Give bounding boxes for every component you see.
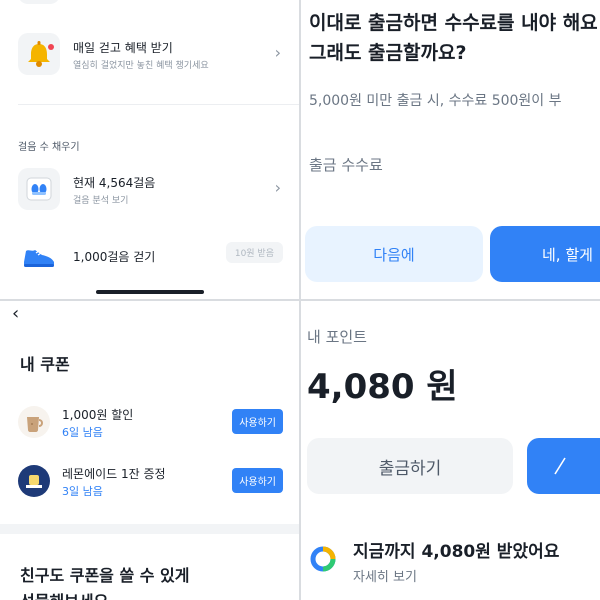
withdraw-fee-dialog: 이대로 출금하면 수수료를 내야 해요 그래도 출금할까요? 5,000원 미만… xyxy=(301,0,600,299)
footprints-icon xyxy=(18,168,60,210)
steps-now-row[interactable]: 현재 4,564걸음 걸음 분석 보기 › xyxy=(18,168,283,214)
coupon-name: 1,000원 할인 xyxy=(62,408,134,422)
coupon-remaining: 6일 남음 xyxy=(62,426,103,439)
chevron-right-icon: › xyxy=(274,178,281,197)
page-title: 내 쿠폰 xyxy=(20,355,70,374)
reward-badge: 10원 받음 xyxy=(225,242,283,263)
confirm-button[interactable]: 네, 할게 xyxy=(490,226,600,282)
points-label: 내 포인트 xyxy=(307,328,367,346)
dialog-title: 이대로 출금하면 수수료를 내야 해요 그래도 출금할까요? xyxy=(309,8,600,68)
my-coupons-panel: ‹ 내 쿠폰 1,000원 할인 6일 남음 사용하기 레몬에이드 1잔 증정 … xyxy=(0,301,299,600)
steps-now-title: 현재 4,564걸음 xyxy=(73,176,156,190)
back-icon[interactable]: ‹ xyxy=(12,303,19,324)
walk-benefits-panel: 매일 걷고 혜택 받기 열심히 걸었지만 놓친 혜택 챙기세요 › 걸음 수 채… xyxy=(0,0,299,299)
divider xyxy=(18,104,299,105)
send-button[interactable] xyxy=(527,438,600,494)
gift-heading-line1: 친구도 쿠폰을 쓸 수 있게 xyxy=(20,566,190,585)
fee-label: 출금 수수료 xyxy=(309,156,383,174)
walk-benefit-subtitle: 열심히 걸었지만 놓친 혜택 챙기세요 xyxy=(73,61,209,71)
detail-link[interactable]: 자세히 보기 xyxy=(353,566,417,585)
list-item[interactable] xyxy=(18,0,283,8)
coupon-item[interactable]: 레몬에이드 1잔 증정 3일 남음 사용하기 xyxy=(18,462,283,502)
mug-icon xyxy=(18,406,50,438)
use-coupon-button[interactable]: 사용하기 xyxy=(232,468,283,493)
chevron-right-icon: › xyxy=(274,43,281,62)
points-amount: 4,080 원 xyxy=(307,367,458,407)
coupon-item[interactable]: 1,000원 할인 6일 남음 사용하기 xyxy=(18,403,283,443)
use-coupon-button[interactable]: 사용하기 xyxy=(232,409,283,434)
walk-benefit-row[interactable]: 매일 걷고 혜택 받기 열심히 걸었지만 놓친 혜택 챙기세요 › xyxy=(18,33,283,79)
withdraw-button[interactable]: 출금하기 xyxy=(307,438,513,494)
gift-heading-line2: 선물해보세요 xyxy=(20,589,189,600)
home-indicator xyxy=(96,290,204,294)
dialog-title-line2: 그래도 출금할까요? xyxy=(309,42,467,64)
sneaker-icon xyxy=(18,234,60,276)
dialog-description: 5,000원 미만 출금 시, 수수료 500원이 부 xyxy=(309,93,562,109)
donut-icon xyxy=(309,545,337,573)
my-points-panel: 내 포인트 4,080 원 출금하기 지금까지 4,080원 받았어요 자세히 … xyxy=(301,301,600,600)
walk-1000-title: 1,000걸음 걷기 xyxy=(73,250,156,264)
bell-icon xyxy=(18,33,60,75)
item-icon xyxy=(18,0,60,4)
coupon-remaining: 3일 남음 xyxy=(62,485,103,498)
lemonade-icon xyxy=(18,465,50,497)
dialog-title-line1: 이대로 출금하면 수수료를 내야 해요 xyxy=(309,12,598,34)
walk-1000-row[interactable]: 1,000걸음 걷기 10원 받음 xyxy=(18,234,283,280)
later-button[interactable]: 다음에 xyxy=(305,226,483,282)
section-separator xyxy=(0,524,299,534)
total-received-text: 지금까지 4,080원 받았어요 xyxy=(353,542,560,562)
coupon-name: 레몬에이드 1잔 증정 xyxy=(62,467,166,481)
arrow-icon xyxy=(554,457,566,475)
gift-coupon-heading: 친구도 쿠폰을 쓸 수 있게 선물해보세요 xyxy=(20,563,189,600)
steps-now-subtitle: 걸음 분석 보기 xyxy=(73,196,129,206)
section-title: 걸음 수 채우기 xyxy=(18,142,80,153)
walk-benefit-title: 매일 걷고 혜택 받기 xyxy=(73,41,173,55)
